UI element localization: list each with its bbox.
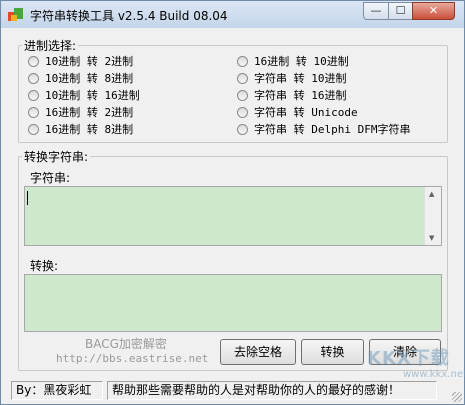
input-scrollbar[interactable]: ▲ ▼ (424, 187, 441, 245)
radio-button[interactable] (28, 89, 39, 101)
radio-label: 10进制 转 16进制 (45, 89, 140, 102)
kkx-logo: KKX下载 (367, 348, 450, 369)
app-icon (8, 8, 23, 21)
radio-label: 字符串 转 Unicode (254, 106, 358, 119)
convert-string-legend: 转换字符串: (22, 148, 91, 165)
scroll-down-arrow-icon[interactable]: ▼ (429, 234, 434, 242)
radio-button[interactable] (28, 106, 39, 118)
radio-option[interactable]: 10进制 转 2进制 (28, 53, 133, 69)
conversion-type-legend: 进制选择: (22, 37, 79, 54)
remove-spaces-button[interactable]: 去除空格 (220, 339, 296, 365)
output-label: 转换: (30, 259, 59, 273)
minimize-button[interactable]: — (363, 2, 389, 20)
radio-label: 字符串 转 10进制 (254, 72, 347, 85)
watermark-url: http://bbs.eastrise.net (56, 352, 209, 365)
radio-button[interactable] (237, 72, 248, 84)
radio-label: 16进制 转 2进制 (45, 106, 134, 119)
radio-option[interactable]: 字符串 转 16进制 (237, 87, 347, 103)
maximize-button[interactable]: ☐ (388, 2, 413, 20)
radio-button[interactable] (237, 89, 248, 101)
radio-option[interactable]: 16进制 转 8进制 (28, 121, 133, 137)
radio-label: 字符串 转 Delphi DFM字符串 (254, 123, 411, 136)
radio-button[interactable] (237, 123, 248, 135)
radio-option[interactable]: 字符串 转 Unicode (237, 104, 358, 120)
radio-option[interactable]: 10进制 转 16进制 (28, 87, 140, 103)
window-title: 字符串转换工具 v2.5.4 Build 08.04 (30, 9, 228, 23)
radio-option[interactable]: 16进制 转 2进制 (28, 104, 133, 120)
radio-label: 10进制 转 8进制 (45, 72, 134, 85)
radio-option[interactable]: 字符串 转 10进制 (237, 70, 347, 86)
app-window: 字符串转换工具 v2.5.4 Build 08.04 — ☐ ✕ 进制选择: 1… (0, 0, 465, 405)
radio-label: 16进制 转 8进制 (45, 123, 134, 136)
scroll-up-arrow-icon[interactable]: ▲ (429, 190, 434, 198)
status-message: 帮助那些需要帮助的人是对帮助你的人的最好的感谢！ (107, 381, 437, 400)
status-author: By：黑夜彩虹 (11, 381, 103, 400)
radio-label: 16进制 转 10进制 (254, 55, 349, 68)
radio-label: 字符串 转 16进制 (254, 89, 347, 102)
output-textarea[interactable] (24, 274, 442, 332)
radio-button[interactable] (237, 106, 248, 118)
status-bar: By：黑夜彩虹 帮助那些需要帮助的人是对帮助你的人的最好的感谢！ (1, 377, 464, 404)
radio-label: 10进制 转 2进制 (45, 55, 134, 68)
radio-button[interactable] (28, 55, 39, 67)
radio-option[interactable]: 字符串 转 Delphi DFM字符串 (237, 121, 410, 137)
convert-button[interactable]: 转换 (301, 339, 364, 365)
radio-button[interactable] (28, 72, 39, 84)
radio-button[interactable] (28, 123, 39, 135)
title-bar[interactable]: 字符串转换工具 v2.5.4 Build 08.04 — ☐ ✕ (1, 1, 464, 28)
input-textarea[interactable]: ▲ ▼ (24, 186, 442, 246)
input-label: 字符串: (30, 171, 71, 185)
text-caret (27, 191, 28, 205)
radio-button[interactable] (237, 55, 248, 67)
close-button[interactable]: ✕ (412, 2, 455, 20)
resize-grip-icon[interactable] (452, 392, 462, 402)
watermark-text: BACG加密解密 (85, 337, 167, 351)
radio-option[interactable]: 16进制 转 10进制 (237, 53, 349, 69)
radio-option[interactable]: 10进制 转 8进制 (28, 70, 133, 86)
